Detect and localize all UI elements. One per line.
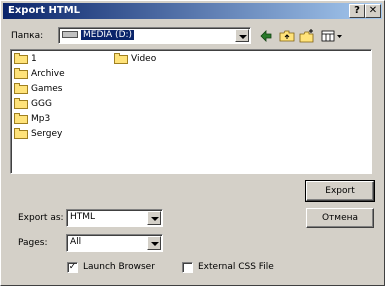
- export-button[interactable]: Export: [305, 180, 375, 202]
- drive-icon: [62, 31, 78, 38]
- folder-icon: [14, 98, 28, 109]
- export-as-label: Export as:: [18, 213, 64, 223]
- pages-label: Pages:: [18, 238, 48, 248]
- folder-icon: [14, 83, 28, 94]
- export-as-value: HTML: [70, 212, 96, 222]
- pages-value: All: [70, 237, 82, 247]
- look-in-dropdown-arrow[interactable]: [235, 29, 249, 42]
- title-bar: Export HTML ? ✕: [3, 3, 382, 19]
- export-html-dialog: Export HTML ? ✕ Папка: MEDIA (D:) 1 Arch…: [0, 0, 385, 286]
- look-in-combo[interactable]: MEDIA (D:): [58, 27, 251, 44]
- close-button[interactable]: ✕: [365, 4, 381, 18]
- folder-icon: [14, 68, 28, 79]
- launch-browser-label: Launch Browser: [83, 262, 155, 272]
- file-list[interactable]: 1 Archive Games GGG Mp3 Sergey Video: [10, 49, 372, 174]
- look-in-label: Папка:: [11, 31, 44, 41]
- folder-icon: [14, 53, 28, 64]
- launch-browser-checkbox[interactable]: ✓: [67, 262, 78, 273]
- external-css-label: External CSS File: [198, 262, 274, 272]
- back-arrow-icon[interactable]: [259, 29, 273, 43]
- folder-icon: [14, 128, 28, 139]
- export-as-select[interactable]: HTML: [66, 209, 163, 227]
- look-in-value: MEDIA (D:): [81, 30, 135, 40]
- export-as-dropdown-arrow[interactable]: [147, 211, 161, 225]
- external-css-checkbox[interactable]: [182, 262, 193, 273]
- help-button[interactable]: ?: [349, 4, 365, 18]
- up-folder-icon[interactable]: [279, 29, 295, 43]
- folder-icon: [114, 53, 128, 64]
- window-title: Export HTML: [8, 5, 81, 16]
- view-menu-icon[interactable]: [321, 29, 343, 43]
- folder-icon: [14, 113, 28, 124]
- pages-select[interactable]: All: [66, 234, 163, 252]
- pages-dropdown-arrow[interactable]: [147, 236, 161, 250]
- new-folder-icon[interactable]: [299, 29, 315, 43]
- cancel-button[interactable]: Отмена: [306, 208, 374, 228]
